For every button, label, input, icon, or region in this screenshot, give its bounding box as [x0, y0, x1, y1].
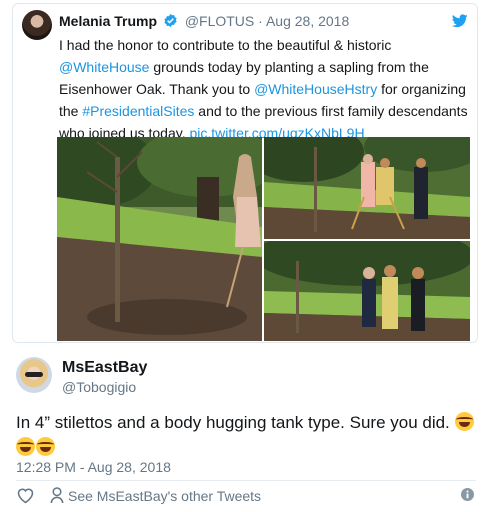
- quoted-avatar[interactable]: [22, 10, 52, 40]
- person-icon[interactable]: [50, 487, 64, 504]
- quoted-handle[interactable]: @FLOTUS: [185, 13, 254, 29]
- tree-planting-photo-bottom-right[interactable]: [264, 241, 470, 341]
- hashtag-link-presidentialsites[interactable]: #PresidentialSites: [82, 103, 194, 119]
- quoted-header: Melania Trump @FLOTUS · Aug 28, 2018: [59, 13, 349, 29]
- mention-link-whitehouse[interactable]: @WhiteHouse: [59, 59, 149, 75]
- quoted-separator: ·: [258, 13, 263, 29]
- reply-avatar[interactable]: [16, 357, 52, 393]
- divider: [16, 480, 476, 481]
- tree-planting-photo-top-right[interactable]: [264, 137, 470, 239]
- tree-planting-photo-left[interactable]: [57, 137, 262, 341]
- info-icon[interactable]: [461, 488, 474, 501]
- photo-grid: [57, 137, 470, 341]
- quoted-author-name[interactable]: Melania Trump: [59, 13, 157, 29]
- reply-handle[interactable]: @Tobogigio: [62, 379, 136, 395]
- reply-tweet-text: In 4” stilettos and a body hugging tank …: [16, 410, 476, 460]
- reply-text: In 4” stilettos and a body hugging tank …: [16, 413, 450, 432]
- rolling-laughing-emoji: [16, 437, 35, 456]
- mention-link-whitehousehstry[interactable]: @WhiteHouseHstry: [254, 81, 377, 97]
- quoted-tweet[interactable]: Melania Trump @FLOTUS · Aug 28, 2018 I h…: [12, 3, 478, 343]
- reply-timestamp[interactable]: 12:28 PM - Aug 28, 2018: [16, 459, 171, 475]
- quoted-date[interactable]: Aug 28, 2018: [266, 13, 349, 29]
- rolling-laughing-emoji: [36, 437, 55, 456]
- heart-icon[interactable]: [16, 487, 35, 504]
- quoted-tweet-text: I had the honor to contribute to the bea…: [59, 34, 469, 144]
- rolling-laughing-emoji: [454, 412, 474, 431]
- reply-author-name[interactable]: MsEastBay: [62, 359, 147, 377]
- verified-badge-icon: [164, 13, 177, 28]
- quoted-text-line: Eisenhower Oak. Thank you to @WhiteHouse…: [59, 81, 466, 97]
- quoted-text-line: I had the honor to contribute to the bea…: [59, 37, 392, 53]
- twitter-bird-icon[interactable]: [452, 14, 468, 28]
- quoted-text-line: the #PresidentialSites and to the previo…: [59, 103, 468, 119]
- quoted-text-line: @WhiteHouse grounds today by planting a …: [59, 59, 429, 75]
- see-other-tweets-link[interactable]: See MsEastBay's other Tweets: [68, 488, 261, 504]
